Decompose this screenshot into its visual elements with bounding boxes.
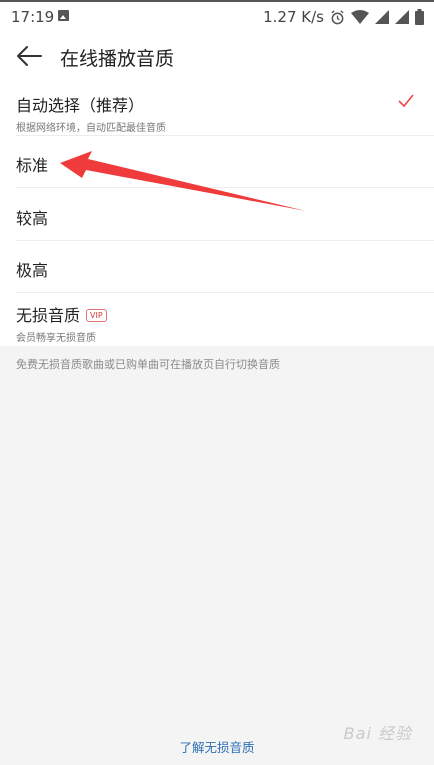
option-standard[interactable]: 标准	[16, 136, 434, 188]
learn-lossless-link[interactable]: 了解无损音质	[0, 737, 434, 756]
option-subtitle: 根据网络环境，自动匹配最佳音质	[16, 123, 166, 134]
battery-icon	[415, 9, 424, 25]
status-bar: 17:19 1.27 K/s	[0, 0, 434, 32]
back-arrow-icon[interactable]	[16, 44, 44, 68]
signal-icon	[375, 10, 389, 24]
option-label: 标准	[16, 156, 49, 175]
option-subtitle: 会员畅享无损音质	[16, 333, 96, 344]
vip-badge: VIP	[86, 309, 107, 322]
hint-text: 免费无损音质歌曲或已购单曲可在播放页自行切换音质	[16, 358, 280, 371]
option-auto[interactable]: 自动选择（推荐） 根据网络环境，自动匹配最佳音质	[16, 80, 434, 136]
option-very-high[interactable]: 极高	[16, 241, 434, 293]
signal-icon-2	[395, 10, 409, 24]
option-label: 自动选择（推荐）	[16, 96, 145, 115]
option-label: 无损音质	[16, 306, 81, 325]
option-high[interactable]: 较高	[16, 188, 434, 241]
option-lossless[interactable]: 无损音质 VIP 会员畅享无损音质	[16, 293, 434, 346]
option-label-row: 无损音质 VIP	[16, 293, 434, 326]
wifi-icon	[351, 10, 369, 24]
status-time: 17:19	[11, 8, 55, 26]
option-label: 极高	[16, 261, 49, 280]
checkmark-icon	[398, 94, 414, 108]
image-icon	[58, 10, 69, 21]
header: 在线播放音质	[0, 32, 434, 80]
page-title: 在线播放音质	[60, 48, 175, 70]
quality-option-list: 自动选择（推荐） 根据网络环境，自动匹配最佳音质 标准 较高 极高 无损音质 VI…	[0, 80, 434, 346]
alarm-icon	[331, 9, 344, 24]
network-speed: 1.27 K/s	[263, 8, 324, 26]
status-right: 1.27 K/s	[263, 8, 424, 26]
option-label: 较高	[16, 209, 49, 228]
